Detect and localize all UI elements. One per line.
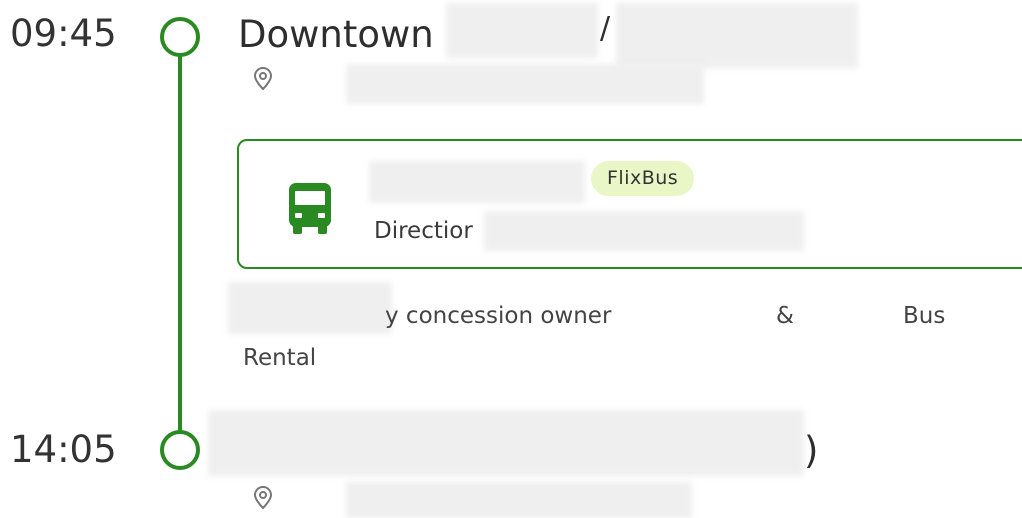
departure-stop-dot-icon xyxy=(160,17,200,57)
operated-by-part: Rental xyxy=(243,345,317,371)
departure-stop-name[interactable]: Downtown xyxy=(238,16,434,53)
direction-text: Directior xyxy=(374,218,473,244)
redacted-region xyxy=(484,211,804,251)
operated-by-part: & xyxy=(776,303,794,329)
arrival-stop-name[interactable]: ) xyxy=(804,432,818,469)
timeline-line xyxy=(178,56,182,432)
departure-stop-separator: / xyxy=(600,11,611,46)
redacted-region xyxy=(228,282,392,334)
operator-badge: FlixBus xyxy=(591,161,695,196)
operated-by-part: Bus xyxy=(903,303,946,329)
arrival-time: 14:05 xyxy=(10,428,117,471)
redacted-region xyxy=(616,3,858,68)
redacted-region xyxy=(446,3,598,58)
departure-time: 09:45 xyxy=(10,12,117,55)
redacted-region xyxy=(369,161,585,203)
arrival-stop-dot-icon xyxy=(160,430,200,470)
redacted-region xyxy=(208,410,804,476)
redacted-region xyxy=(346,482,692,518)
ride-card[interactable]: FlixBus Directior xyxy=(237,139,1022,269)
location-pin-icon xyxy=(253,485,273,510)
operated-by-part: y concession owner xyxy=(385,303,612,329)
departure-stop-name-text: Downtown xyxy=(238,13,434,56)
redacted-region xyxy=(346,64,704,104)
bus-icon xyxy=(289,183,331,234)
location-pin-icon xyxy=(253,66,273,91)
